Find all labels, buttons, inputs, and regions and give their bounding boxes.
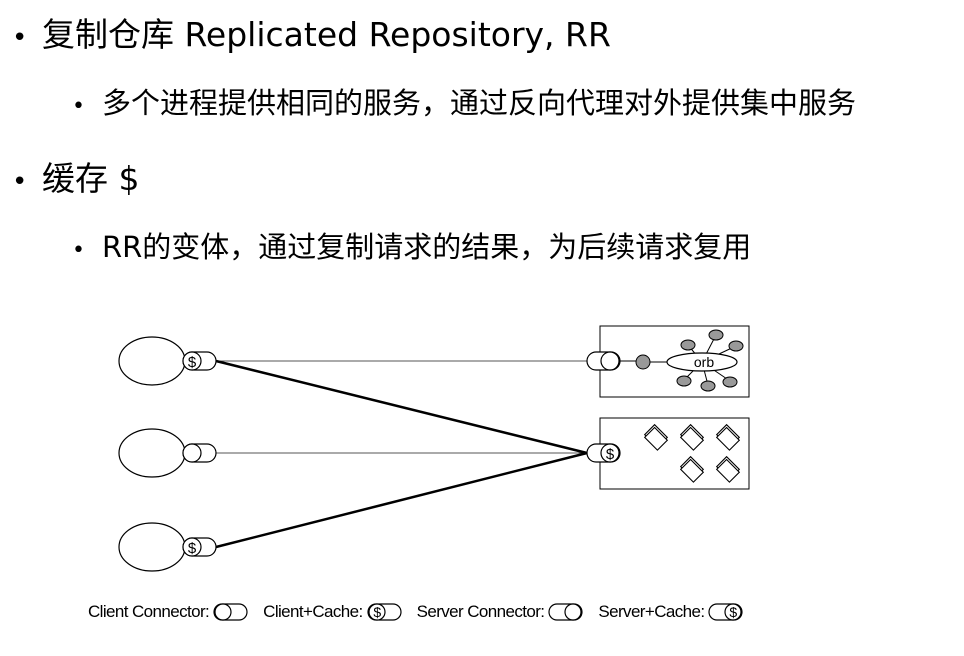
legend-server-connector: Server Connector:	[417, 602, 585, 622]
server-cache-connector: $	[586, 443, 621, 463]
cache-symbol: $	[373, 604, 381, 620]
client-component-1	[118, 336, 186, 386]
legend-client-connector: Client Connector:	[88, 602, 249, 622]
client-cache-icon: $	[367, 603, 402, 621]
legend-client-cache: Client+Cache: $	[263, 602, 402, 622]
legend-server-cache: Server+Cache: $	[598, 602, 744, 622]
diagram-legend: Client Connector: Client+Cache: $ Server…	[88, 602, 758, 622]
client-component-2	[118, 428, 186, 478]
cache-symbol: $	[188, 540, 197, 557]
legend-label: Client+Cache:	[263, 602, 363, 621]
legend-label: Server+Cache:	[598, 602, 705, 621]
orb-label: orb	[694, 354, 714, 370]
legend-label: Server Connector:	[416, 602, 545, 621]
rr-cache-diagram: $ $ orb $	[118, 325, 750, 572]
server-cache-icon: $	[708, 603, 744, 621]
connection-thick-top	[215, 359, 588, 455]
legend-label: Client Connector:	[88, 602, 210, 621]
server-connector-top	[586, 351, 621, 371]
client-component-3	[118, 522, 186, 572]
client-connector-2	[182, 443, 217, 463]
server-connector-icon	[548, 603, 583, 621]
client-connector-icon	[213, 603, 248, 621]
cache-symbol: $	[730, 604, 738, 620]
client-cache-connector-1: $	[182, 351, 217, 371]
cache-symbol: $	[188, 354, 197, 371]
cache-symbol: $	[606, 446, 615, 463]
connection-thick-bottom	[215, 451, 588, 549]
client-cache-connector-3: $	[182, 537, 217, 557]
orb-node	[635, 354, 651, 370]
